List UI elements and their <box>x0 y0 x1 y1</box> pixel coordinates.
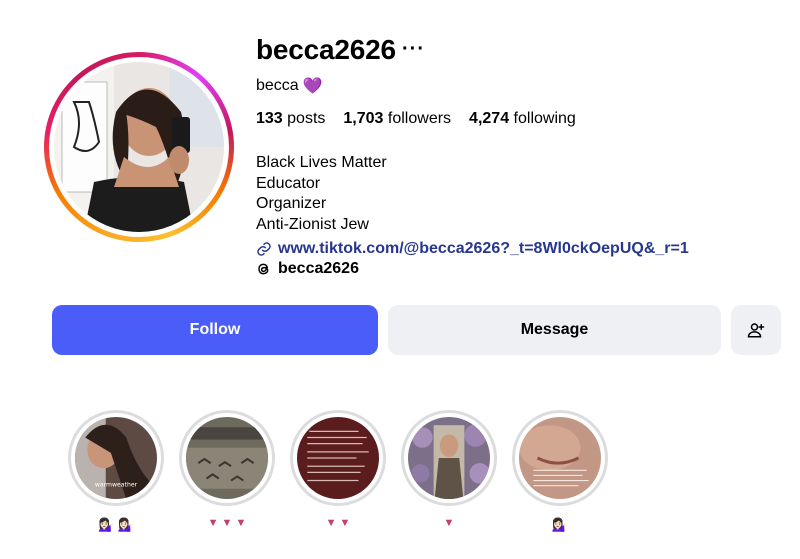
highlight-label: ▼ ▼ ▼ <box>207 517 247 529</box>
bio-line: Anti-Zionist Jew <box>256 215 369 233</box>
profile-display-name: becca 💜 <box>256 76 323 96</box>
bio-line: Organizer <box>256 195 327 213</box>
highlight-cover: warmweather <box>75 417 157 499</box>
message-button[interactable]: Message <box>388 305 721 355</box>
following-label: following <box>513 110 576 127</box>
threads-badge[interactable]: becca2626 <box>256 260 359 278</box>
posts-stat: 133 posts <box>256 110 325 128</box>
highlight-cover <box>186 417 268 499</box>
followers-label: followers <box>387 110 452 127</box>
display-name-text: becca <box>256 77 299 94</box>
link-icon <box>257 242 271 256</box>
highlight-label: ▼ <box>443 517 455 529</box>
story-highlight[interactable] <box>512 410 608 506</box>
add-user-icon <box>747 323 765 338</box>
profile-username: becca2626 <box>256 34 396 65</box>
posts-count: 133 <box>256 110 283 127</box>
follow-button[interactable]: Follow <box>52 305 378 355</box>
more-options-icon[interactable]: ··· <box>402 38 425 61</box>
profile-avatar <box>54 62 224 232</box>
threads-icon <box>258 263 269 275</box>
purple-heart-emoji: 💜 <box>302 78 323 95</box>
avatar-gap <box>49 57 229 237</box>
highlight-cover <box>297 417 379 499</box>
story-highlight[interactable] <box>290 410 386 506</box>
add-user-button[interactable] <box>731 305 781 355</box>
highlight-label: ▼ ▼ <box>325 517 351 529</box>
posts-label: posts <box>287 110 326 127</box>
profile-bio: Black Lives Matter Educator Organizer An… <box>256 153 387 235</box>
svg-text:warmweather: warmweather <box>95 482 138 489</box>
followers-count: 1,703 <box>343 110 384 127</box>
profile-stats: 133 posts 1,703 followers 4,274 followin… <box>256 110 576 128</box>
threads-handle[interactable]: becca2626 <box>278 260 359 278</box>
followers-stat[interactable]: 1,703 followers <box>343 110 451 128</box>
bio-line: Educator <box>256 174 321 192</box>
bio-link[interactable]: www.tiktok.com/@becca2626?_t=8Wl0ckOepUQ… <box>256 240 689 258</box>
following-stat[interactable]: 4,274 following <box>469 110 576 128</box>
highlight-cover <box>519 417 601 499</box>
bio-link-text[interactable]: www.tiktok.com/@becca2626?_t=8Wl0ckOepUQ… <box>278 240 689 258</box>
highlight-cover <box>408 417 490 499</box>
story-highlight[interactable] <box>401 410 497 506</box>
highlight-label: 💁🏻‍♀️ <box>551 517 569 532</box>
bio-line: Black Lives Matter <box>256 154 387 171</box>
profile-avatar-ring[interactable] <box>44 52 234 242</box>
story-highlight[interactable]: warmweather <box>68 410 164 506</box>
highlight-label: 💁🏻‍♀️ 💁🏻‍♀️ <box>98 517 134 532</box>
following-count: 4,274 <box>469 110 510 127</box>
story-highlight[interactable] <box>179 410 275 506</box>
